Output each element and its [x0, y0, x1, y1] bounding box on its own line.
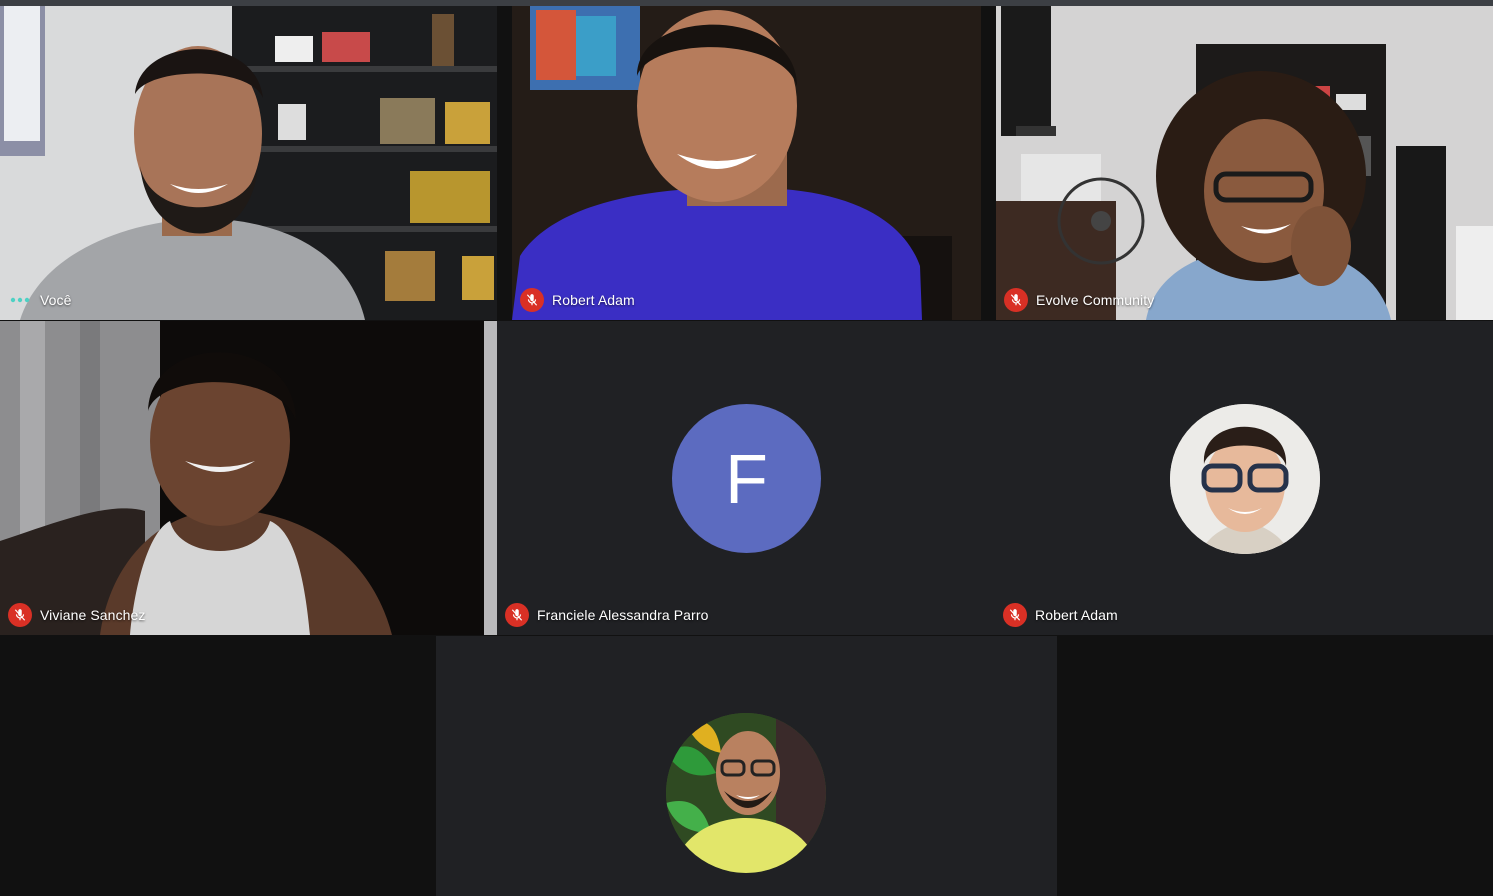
- mic-off-icon: [1004, 288, 1028, 312]
- avatar: [666, 713, 826, 873]
- participant-label: Franciele Alessandra Parro: [505, 603, 708, 627]
- video-feed: [996, 6, 1493, 320]
- participant-tile[interactable]: Robert Adam: [995, 321, 1493, 635]
- participant-label: Evolve Community: [1004, 288, 1154, 312]
- participant-tile[interactable]: Viviane Sanchez: [0, 321, 497, 635]
- participant-label: Viviane Sanchez: [8, 603, 146, 627]
- participant-tile[interactable]: Robert Adam: [512, 6, 981, 320]
- mic-off-icon: [520, 288, 544, 312]
- mic-off-icon: [1003, 603, 1027, 627]
- participant-tile[interactable]: F Franciele Alessandra Parro: [497, 321, 995, 635]
- video-feed-self: [0, 6, 497, 320]
- participant-name: Robert Adam: [1035, 607, 1118, 623]
- participant-name: Você: [40, 292, 72, 308]
- participant-label: Robert Adam: [520, 288, 635, 312]
- participant-tile[interactable]: Evolve Community: [996, 6, 1493, 320]
- participant-name: Franciele Alessandra Parro: [537, 607, 709, 623]
- participant-tile[interactable]: [436, 636, 1057, 896]
- profile-photo: [666, 713, 826, 873]
- speaking-dots-icon: [8, 288, 32, 312]
- avatar-initial: F: [725, 439, 768, 518]
- avatar: [1170, 404, 1320, 554]
- participant-label: Você: [8, 288, 72, 312]
- participant-name: Viviane Sanchez: [40, 607, 146, 623]
- participant-label: Robert Adam: [1003, 603, 1118, 627]
- profile-photo: [1170, 404, 1320, 554]
- participant-name: Robert Adam: [552, 292, 635, 308]
- participant-tile-self[interactable]: Você: [0, 6, 497, 320]
- participant-name: Evolve Community: [1036, 292, 1155, 308]
- mic-off-icon: [8, 603, 32, 627]
- avatar: F: [672, 404, 821, 553]
- video-feed: [0, 321, 497, 635]
- mic-off-icon: [505, 603, 529, 627]
- video-feed: [512, 6, 981, 320]
